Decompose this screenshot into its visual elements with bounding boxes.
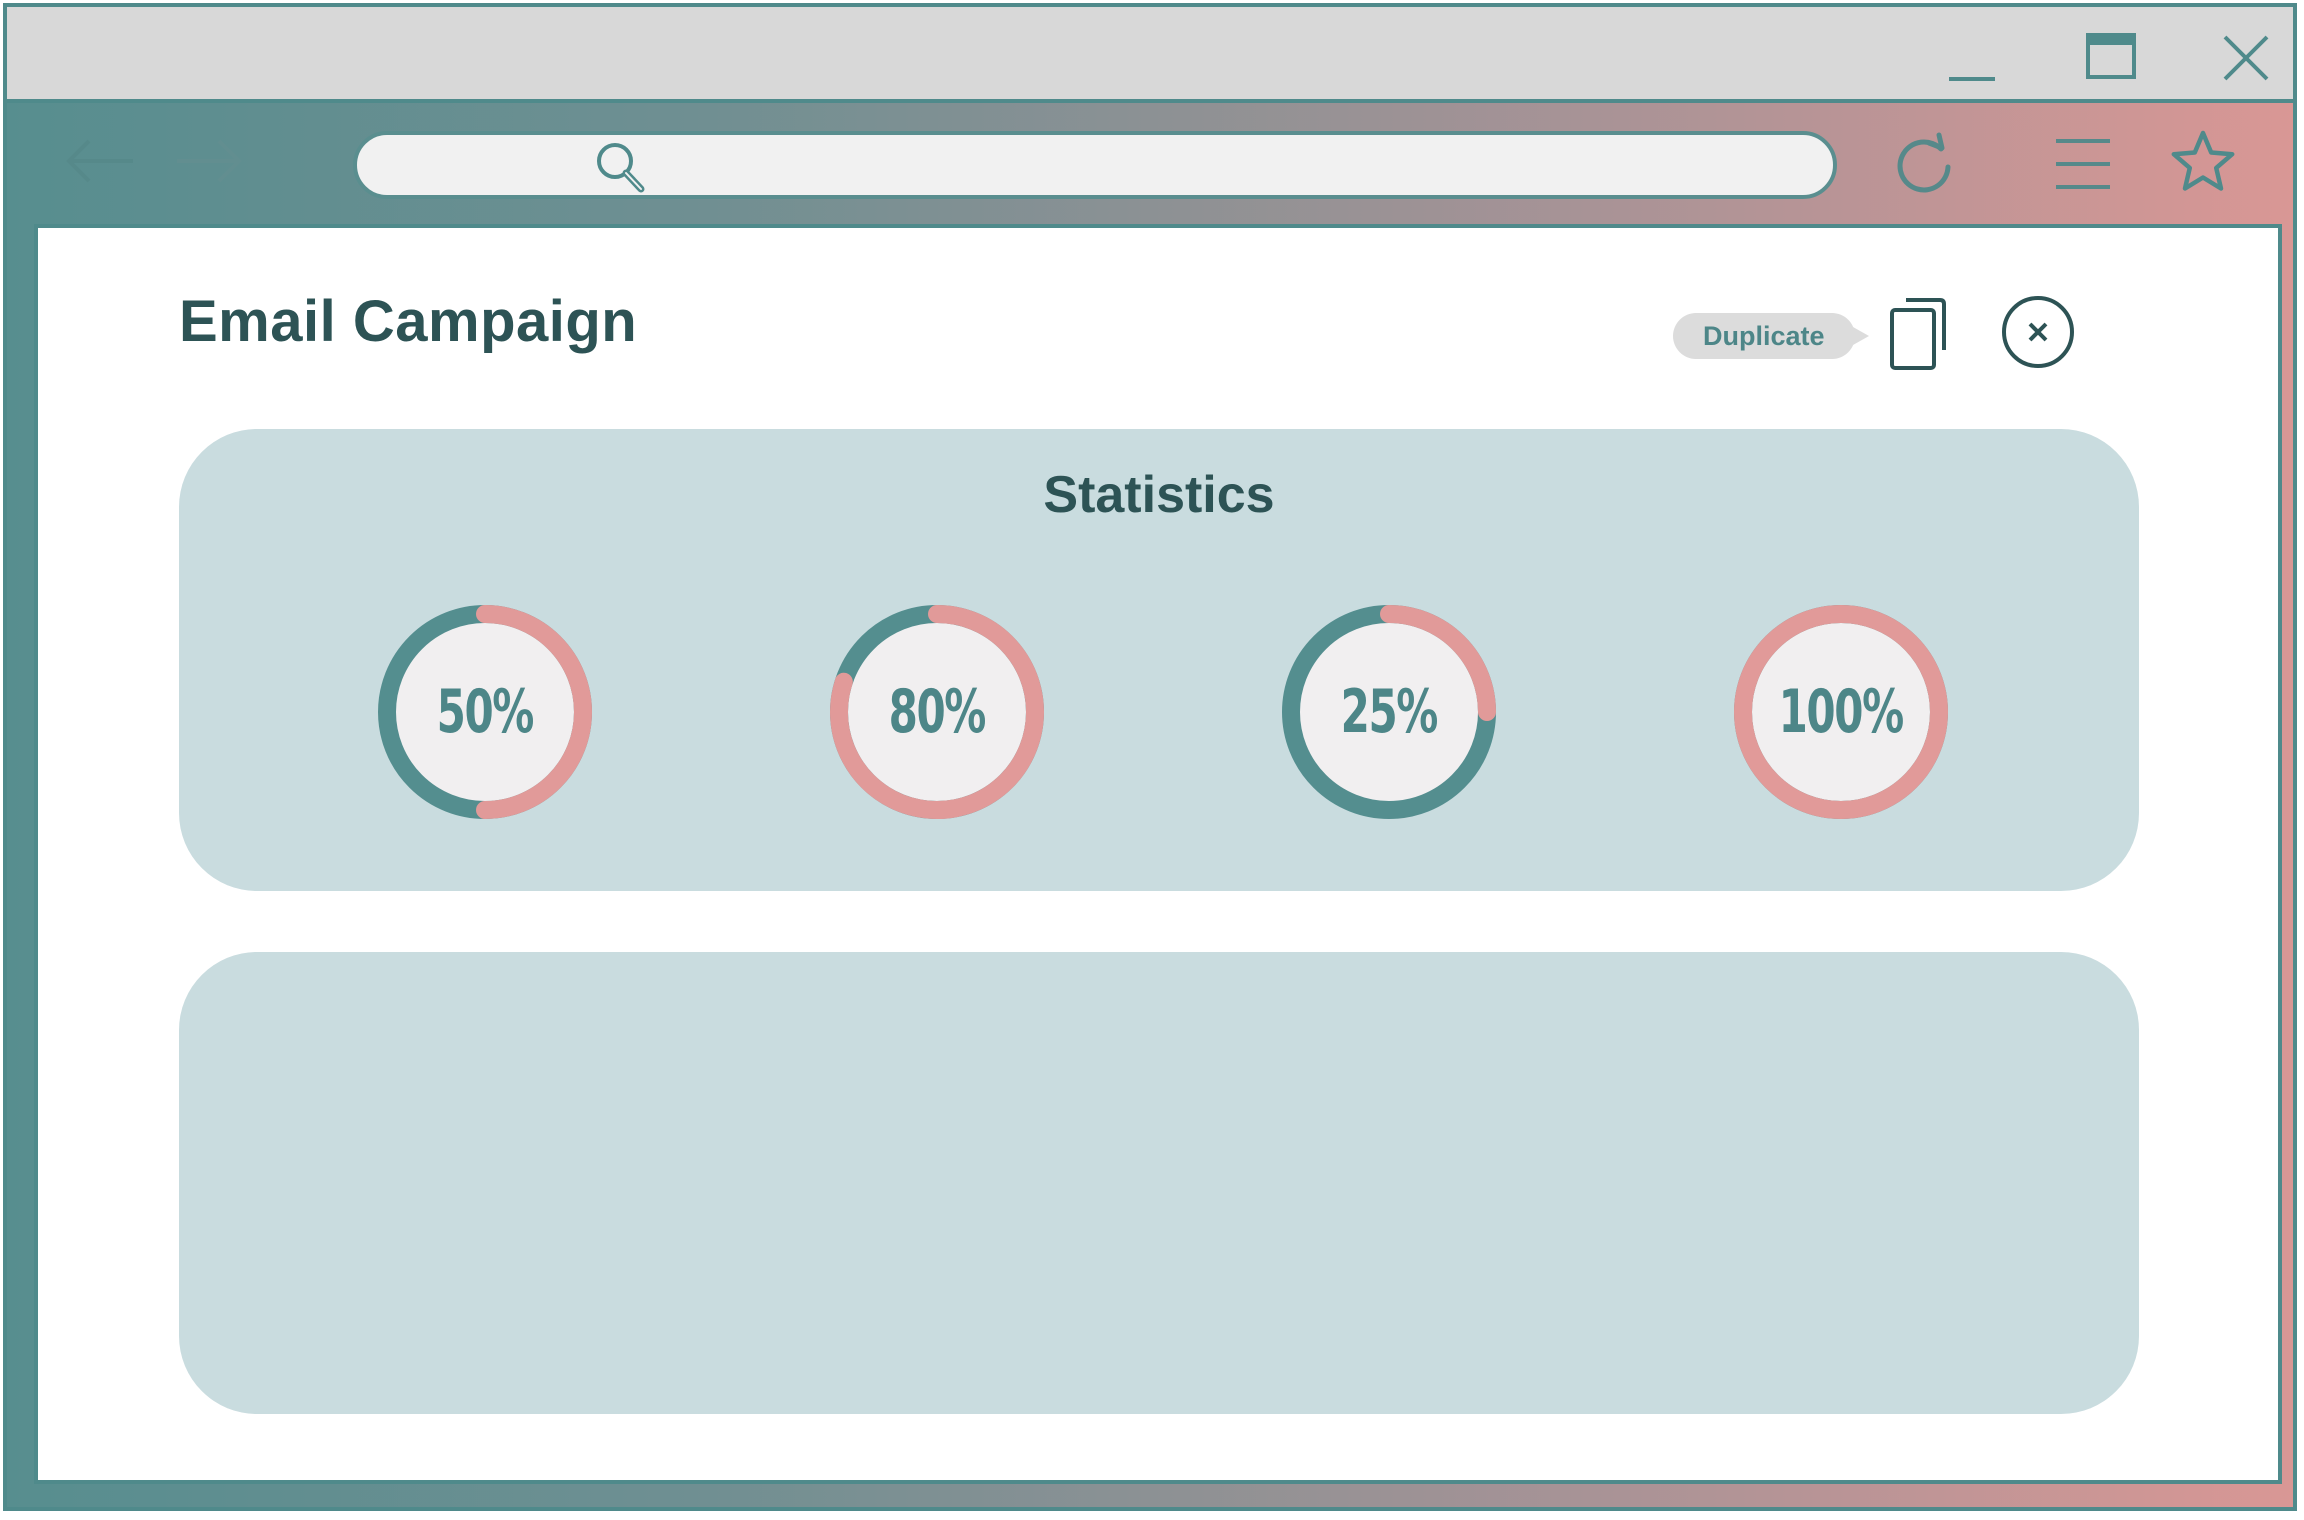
title-bar	[7, 7, 2293, 103]
menu-button[interactable]	[2050, 131, 2116, 197]
close-icon	[2223, 35, 2269, 81]
page-title: Email Campaign	[179, 289, 638, 354]
star-icon	[2171, 130, 2235, 191]
refresh-icon	[1897, 132, 1951, 193]
close-circle-icon	[2002, 296, 2074, 368]
maximize-icon	[2086, 33, 2136, 79]
minimize-button[interactable]	[1937, 23, 2007, 93]
navigation-bar	[7, 103, 2293, 225]
duplicate-tooltip: Duplicate	[1673, 313, 1869, 359]
gauge-label: 80%	[888, 677, 987, 747]
content-area: Email Campaign Duplicate Statistics 50% …	[34, 224, 2282, 1484]
forward-arrow-icon	[177, 139, 242, 183]
gauge-conversion-rate: 25%	[1280, 603, 1498, 821]
back-arrow-icon	[66, 139, 133, 183]
maximize-button[interactable]	[2076, 23, 2146, 93]
statistics-title: Statistics	[1043, 466, 1275, 524]
gauge-delivery-rate: 100%	[1732, 603, 1950, 821]
gauge-open-rate: 50%	[376, 603, 594, 821]
search-icon	[597, 143, 645, 193]
gauge-label: 100%	[1778, 677, 1905, 747]
gauge-label: 25%	[1340, 677, 1439, 747]
back-button[interactable]	[63, 131, 137, 191]
menu-icon	[2056, 139, 2110, 189]
statistics-panel: Statistics 50% 80% 25% 100%	[179, 429, 2139, 891]
gauge-click-rate: 80%	[828, 603, 1046, 821]
duplicate-button[interactable]	[1878, 292, 1958, 372]
close-panel-button[interactable]	[2000, 294, 2076, 370]
refresh-button[interactable]	[1889, 129, 1959, 199]
close-window-button[interactable]	[2211, 23, 2281, 93]
forward-button[interactable]	[173, 131, 247, 191]
bookmark-button[interactable]	[2167, 127, 2239, 199]
duplicate-icon	[1890, 298, 1946, 370]
minimize-icon	[1949, 77, 1995, 81]
gauge-label: 50%	[436, 677, 535, 747]
address-bar[interactable]	[353, 131, 1837, 199]
details-panel	[179, 952, 2139, 1414]
browser-window: Email Campaign Duplicate Statistics 50% …	[3, 3, 2297, 1511]
search-input[interactable]	[657, 141, 1761, 191]
